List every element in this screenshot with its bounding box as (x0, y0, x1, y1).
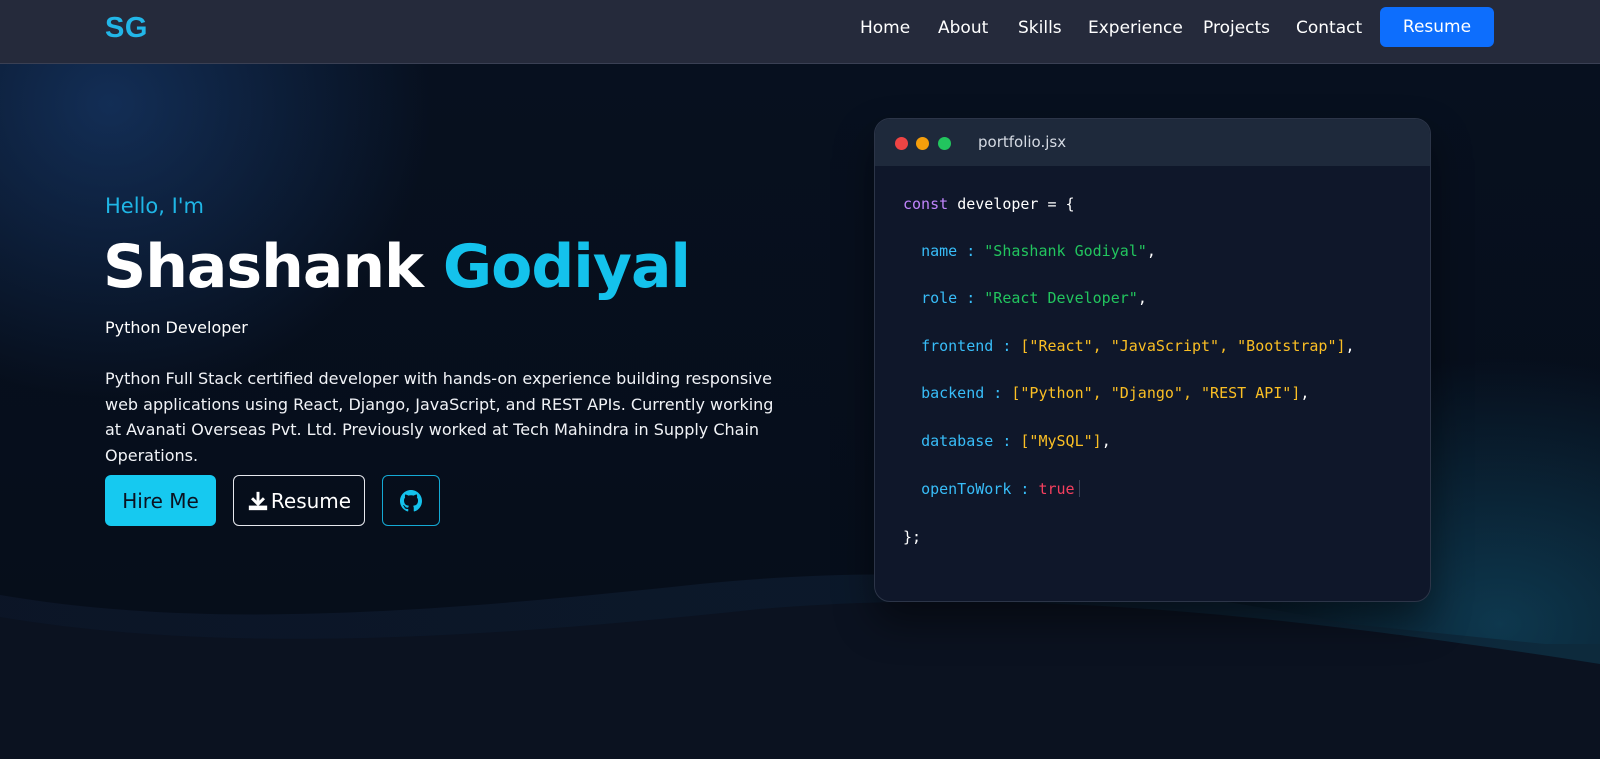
code-key: openToWork (921, 480, 1012, 498)
download-icon (247, 490, 269, 512)
nav-link-projects[interactable]: Projects (1203, 18, 1270, 38)
hero-section: Hello, I'm Shashank Godiyal Python Devel… (0, 64, 1600, 759)
code-line-name: name : "Shashank Godiyal", (921, 242, 1156, 260)
code-punct: = { (1038, 195, 1075, 213)
code-array: ["MySQL"] (1020, 432, 1102, 450)
code-line-close: }; (903, 528, 921, 550)
code-punct: }; (903, 528, 922, 546)
brand-logo[interactable]: SG (105, 12, 148, 45)
nav-link-skills[interactable]: Skills (1018, 18, 1062, 38)
code-array: ["Python", "Django", "REST API"] (1011, 384, 1301, 402)
nav-resume-button[interactable]: Resume (1380, 7, 1494, 47)
github-icon (400, 489, 422, 512)
code-key: role (921, 289, 958, 307)
hire-me-button[interactable]: Hire Me (105, 475, 216, 526)
window-maximize-dot (938, 137, 951, 150)
nav-link-about[interactable]: About (938, 18, 988, 38)
navbar: SG Home About Skills Experience Projects… (0, 0, 1600, 64)
nav-link-home[interactable]: Home (860, 18, 910, 38)
hero-last-name: Godiyal (442, 232, 691, 302)
code-card-header: portfolio.jsx (875, 119, 1430, 166)
code-key: database (921, 432, 994, 450)
code-string: "Shashank Godiyal" (984, 242, 1147, 260)
code-line-open-to-work: openToWork : true (903, 480, 1080, 502)
code-key: name (921, 242, 958, 260)
code-array: ["React", "JavaScript", "Bootstrap"] (1020, 337, 1346, 355)
code-line-role: role : "React Developer", (921, 289, 1147, 307)
hero-role: Python Developer (105, 318, 248, 337)
code-identifier: developer (957, 195, 1039, 213)
hero-name: Shashank Godiyal (103, 232, 691, 302)
window-minimize-dot (916, 137, 929, 150)
code-preview-card: portfolio.jsx const developer = { name :… (874, 118, 1431, 602)
code-line-declaration: const developer = { (903, 195, 1075, 217)
github-button[interactable] (382, 475, 440, 526)
code-line-frontend: frontend : ["React", "JavaScript", "Boot… (921, 337, 1355, 355)
code-key: backend (921, 384, 985, 402)
code-boolean: true (1038, 480, 1075, 498)
hero-bio: Python Full Stack certified developer wi… (105, 369, 774, 465)
code-line-backend: backend : ["Python", "Django", "REST API… (921, 384, 1310, 402)
text-cursor (1078, 480, 1080, 497)
code-string: "React Developer" (984, 289, 1138, 307)
hero-first-name: Shashank (103, 232, 424, 302)
window-close-dot (895, 137, 908, 150)
code-block: const developer = { name : "Shashank God… (903, 195, 1355, 546)
code-keyword: const (903, 195, 949, 213)
code-key: frontend (921, 337, 994, 355)
code-card-filename: portfolio.jsx (978, 133, 1067, 151)
hero-greeting: Hello, I'm (105, 194, 205, 218)
resume-download-button[interactable]: Resume (233, 475, 365, 526)
resume-download-label: Resume (270, 488, 352, 513)
nav-link-experience[interactable]: Experience (1088, 18, 1183, 38)
nav-link-contact[interactable]: Contact (1296, 18, 1362, 38)
code-line-database: database : ["MySQL"], (921, 432, 1111, 450)
